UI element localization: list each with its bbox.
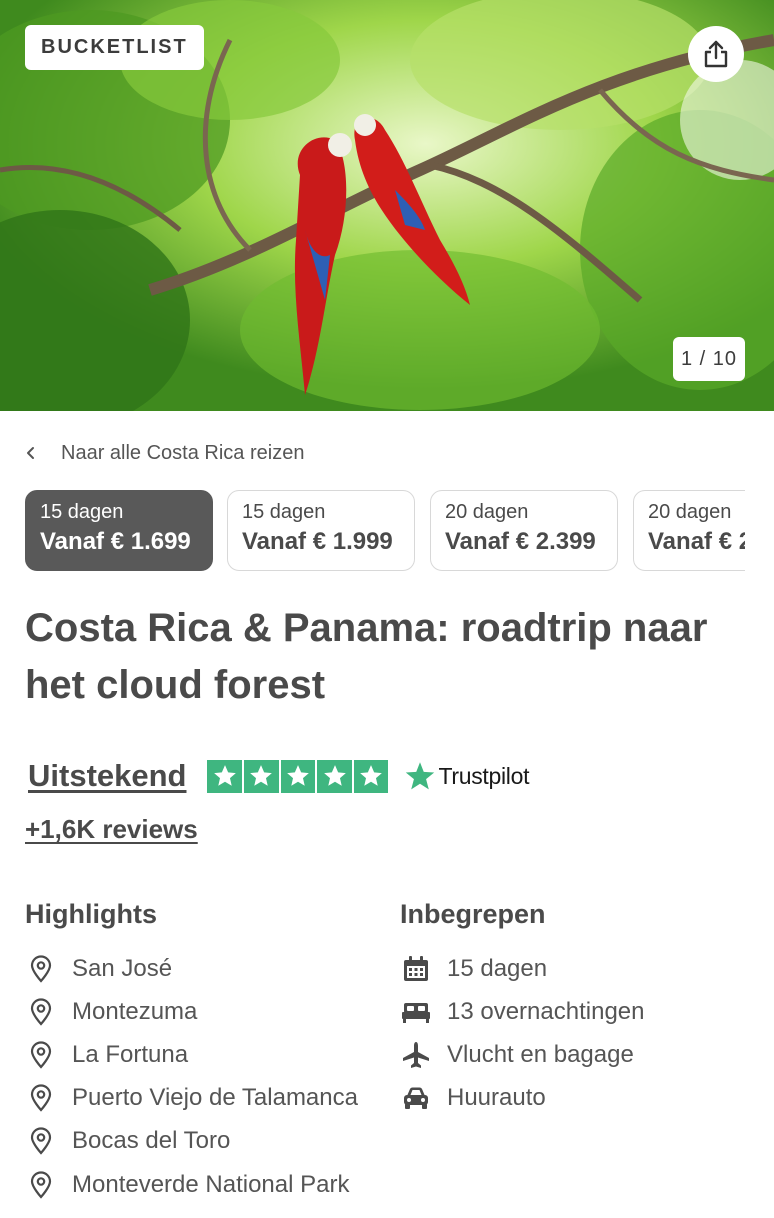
- map-pin-icon: [25, 1169, 57, 1201]
- bed-icon: [400, 996, 432, 1028]
- map-pin-icon: [25, 953, 57, 985]
- list-item: Huurauto: [400, 1077, 644, 1120]
- option-days: 20 dagen: [445, 501, 529, 523]
- option-price: Vanaf € 1.699: [40, 528, 191, 555]
- airplane-icon: [400, 1039, 432, 1071]
- list-item: Puerto Viejo de Talamanca: [25, 1077, 358, 1120]
- option-days: 15 dagen: [40, 501, 124, 523]
- back-link-label: Naar alle Costa Rica reizen: [61, 441, 305, 464]
- list-item: Monteverde National Park: [25, 1163, 358, 1206]
- included-label: 13 overnachtingen: [447, 997, 645, 1025]
- trustpilot-label: Trustpilot: [438, 762, 530, 789]
- highlight-label: Puerto Viejo de Talamanca: [72, 1084, 358, 1112]
- highlight-label: Bocas del Toro: [72, 1127, 231, 1155]
- list-item: La Fortuna: [25, 1033, 358, 1076]
- trip-options: 15 dagen Vanaf € 1.699 15 dagen Vanaf € …: [25, 490, 745, 572]
- hero-image[interactable]: BUCKETLIST 1 / 10: [0, 0, 774, 411]
- trustpilot-stars: [207, 759, 389, 793]
- star-icon: [353, 759, 389, 793]
- star-icon: [244, 759, 279, 793]
- option-price: Vanaf € 2: [648, 528, 745, 555]
- star-icon: [280, 759, 316, 793]
- trip-option-4[interactable]: 20 dagen Vanaf € 2: [633, 490, 745, 571]
- list-item: Montezuma: [25, 990, 358, 1033]
- map-pin-icon: [25, 1082, 57, 1114]
- trip-option-3[interactable]: 20 dagen Vanaf € 2.399: [430, 490, 618, 571]
- star-icon: [317, 759, 352, 793]
- option-days: 15 dagen: [242, 501, 326, 523]
- highlight-label: Monteverde National Park: [72, 1170, 350, 1198]
- option-price: Vanaf € 1.999: [242, 528, 393, 555]
- highlights-list: San José Montezuma La Fortuna Puerto Vie…: [25, 947, 358, 1206]
- reviews-link[interactable]: +1,6K reviews: [25, 814, 198, 845]
- map-pin-icon: [25, 996, 57, 1028]
- image-counter: 1 / 10: [673, 337, 745, 381]
- car-icon: [400, 1082, 432, 1114]
- list-item: San José: [25, 947, 358, 990]
- included-label: 15 dagen: [447, 954, 548, 982]
- back-link[interactable]: Naar alle Costa Rica reizen: [25, 440, 304, 466]
- share-button[interactable]: [688, 26, 744, 82]
- included-label: Vlucht en bagage: [447, 1040, 634, 1068]
- list-item: 15 dagen: [400, 947, 644, 990]
- share-icon: [704, 40, 728, 68]
- list-item: 13 overnachtingen: [400, 990, 644, 1033]
- map-pin-icon: [25, 1039, 57, 1071]
- star-icon: [207, 759, 243, 793]
- page-title: Costa Rica & Panama: roadtrip naar het c…: [25, 606, 708, 707]
- chevron-left-icon: [25, 446, 45, 460]
- included-heading: Inbegrepen: [400, 899, 546, 929]
- trip-option-2[interactable]: 15 dagen Vanaf € 1.999: [227, 490, 415, 571]
- highlights-heading: Highlights: [25, 899, 157, 929]
- highlight-label: La Fortuna: [72, 1040, 189, 1068]
- trustpilot-star-icon: [406, 761, 435, 789]
- included-label: Huurauto: [447, 1084, 546, 1112]
- option-price: Vanaf € 2.399: [445, 528, 596, 555]
- highlight-label: Montezuma: [72, 997, 198, 1025]
- map-pin-icon: [25, 1125, 57, 1157]
- bucketlist-badge: BUCKETLIST: [25, 25, 204, 70]
- list-item: Bocas del Toro: [25, 1120, 358, 1163]
- included-list: 15 dagen 13 overnachtingen Vlucht en bag…: [400, 947, 644, 1120]
- rating-row: Uitstekend Trustpilot: [28, 756, 529, 796]
- option-days: 20 dagen: [648, 501, 732, 523]
- trip-option-1[interactable]: 15 dagen Vanaf € 1.699: [25, 490, 213, 571]
- list-item: Vlucht en bagage: [400, 1033, 644, 1076]
- highlight-label: San José: [72, 954, 173, 982]
- rating-label-link[interactable]: Uitstekend: [28, 758, 186, 794]
- calendar-icon: [400, 953, 432, 985]
- trustpilot-logo: Trustpilot: [404, 761, 529, 792]
